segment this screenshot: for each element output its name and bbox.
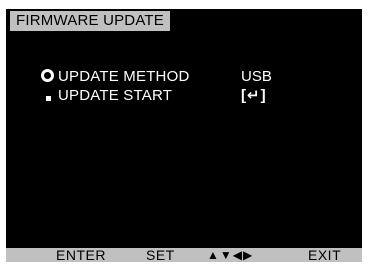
- set-key-hint: SET: [146, 248, 175, 262]
- enter-key-icon[interactable]: [↵]: [241, 86, 267, 106]
- menu-item-label: UPDATE START: [58, 87, 173, 104]
- menu-item-label: UPDATE METHOD: [58, 68, 190, 85]
- enter-key-hint: ENTER: [56, 248, 106, 262]
- page-title: FIRMWARE UPDATE: [10, 11, 170, 31]
- menu-item-update-start[interactable]: UPDATE START [↵]: [6, 86, 362, 106]
- osd-screen: FIRMWARE UPDATE UPDATE METHOD USB UPDATE…: [6, 9, 362, 262]
- key-hint-bar: ENTER SET ▲▼◀▶ EXIT: [6, 248, 362, 262]
- square-bullet-icon: [46, 96, 51, 101]
- arrow-keys-icon: ▲▼◀▶: [207, 248, 254, 262]
- menu-item-update-method[interactable]: UPDATE METHOD USB: [6, 67, 362, 87]
- exit-key-hint: EXIT: [308, 248, 342, 262]
- ring-bullet-icon: [41, 69, 54, 82]
- menu-item-value[interactable]: USB: [241, 67, 272, 87]
